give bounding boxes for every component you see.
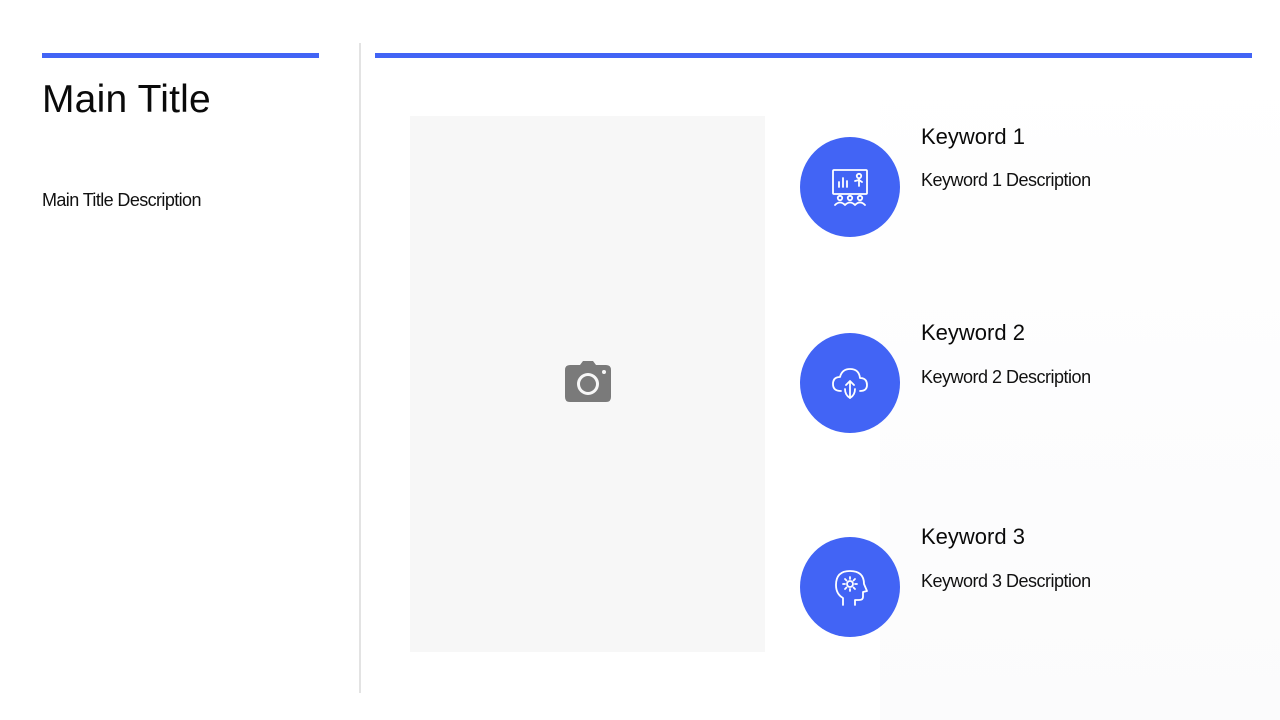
presentation-board-icon [832, 169, 868, 206]
keyword-1-badge [800, 137, 900, 237]
keyword-2-title[interactable]: Keyword 2 [921, 320, 1025, 346]
keyword-1-description[interactable]: Keyword 1 Description [921, 170, 1091, 191]
vertical-divider [359, 43, 361, 693]
background-panel [880, 58, 1280, 720]
keyword-3-badge [800, 537, 900, 637]
main-title-description[interactable]: Main Title Description [42, 190, 201, 211]
keyword-3-description[interactable]: Keyword 3 Description [921, 571, 1091, 592]
head-gear-icon [835, 570, 868, 606]
title-accent-bar [42, 53, 319, 58]
camera-icon[interactable] [564, 361, 612, 403]
content-accent-bar [375, 53, 1252, 58]
keyword-2-description[interactable]: Keyword 2 Description [921, 367, 1091, 388]
keyword-1-title[interactable]: Keyword 1 [921, 124, 1025, 150]
cloud-sync-icon [832, 368, 868, 399]
main-title[interactable]: Main Title [42, 78, 211, 122]
keyword-3-title[interactable]: Keyword 3 [921, 524, 1025, 550]
slide: Main Title Main Title Description Keywor… [0, 0, 1280, 720]
keyword-2-badge [800, 333, 900, 433]
image-placeholder[interactable] [410, 116, 765, 652]
